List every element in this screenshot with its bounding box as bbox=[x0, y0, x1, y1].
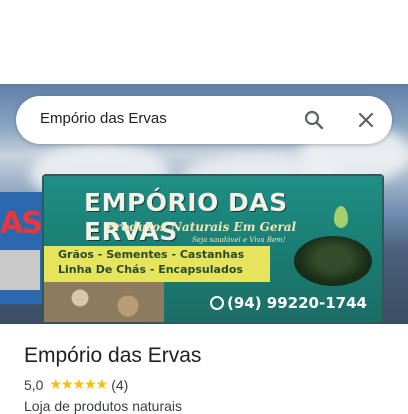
search-bar[interactable]: Empório das Ervas bbox=[16, 96, 392, 144]
sign-product-line: Grãos - Sementes - Castanhas bbox=[58, 248, 245, 261]
sign-phone-number: (94) 99220-1744 bbox=[227, 294, 367, 312]
sign-phone: (94) 99220-1744 bbox=[210, 294, 367, 312]
neighbor-sign-text: AS bbox=[0, 206, 43, 241]
whatsapp-icon bbox=[210, 296, 224, 310]
search-input[interactable]: Empório das Ervas bbox=[40, 110, 167, 127]
sign-subtitle: Produtos Naturais Em Geral bbox=[106, 220, 297, 234]
rating-row[interactable]: 5,0 ★★★★★ (4) bbox=[24, 376, 128, 393]
neighbor-sign: AS bbox=[0, 192, 48, 304]
review-count[interactable]: (4) bbox=[111, 377, 128, 393]
close-icon[interactable] bbox=[354, 108, 378, 132]
seeds-graphic bbox=[44, 282, 164, 322]
star-icon: ★★★★★ bbox=[49, 376, 108, 392]
sign-slogan: Seja saudável e Viva Bem! bbox=[192, 236, 286, 244]
search-icon[interactable] bbox=[302, 108, 326, 132]
place-title: Empório das Ervas bbox=[24, 344, 202, 367]
place-category: Loja de produtos naturais bbox=[24, 398, 182, 414]
sign-product-line: Linha De Chás - Encapsulados bbox=[58, 263, 243, 276]
sign-product-band: Grãos - Sementes - Castanhas Linha De Ch… bbox=[44, 246, 270, 282]
store-sign: EMPÓRIO DAS ERVAS Produtos Naturais Em G… bbox=[44, 176, 382, 322]
neighbor-sign-panel bbox=[0, 250, 40, 290]
rating-value: 5,0 bbox=[24, 376, 44, 393]
place-info-panel: Empório das Ervas 5,0 ★★★★★ (4) Loja de … bbox=[0, 324, 408, 414]
